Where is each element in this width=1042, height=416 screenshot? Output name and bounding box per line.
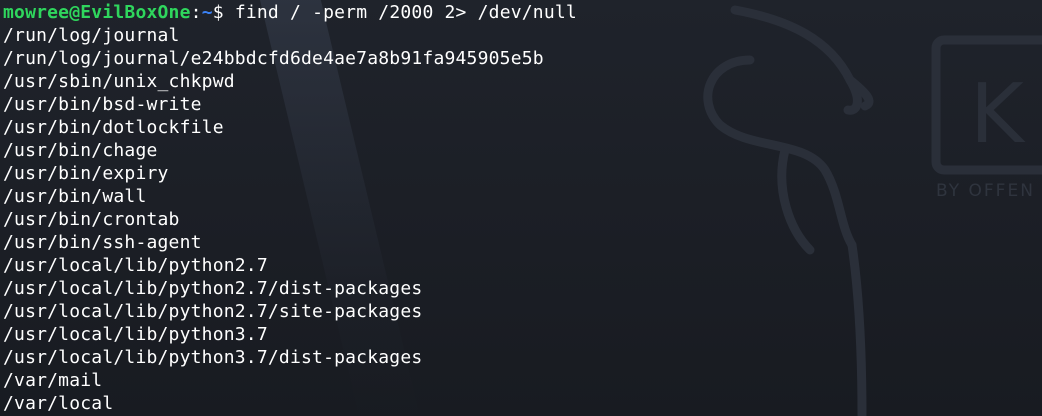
output-line: /usr/bin/dotlockfile: [3, 117, 224, 138]
output-line: /usr/bin/expiry: [3, 163, 169, 184]
output-line: /run/log/journal/e24bbdcfd6de4ae7a8b91fa…: [3, 48, 544, 69]
prompt-colon: :: [190, 2, 202, 23]
output-line: /usr/local/lib/python2.7/dist-packages: [3, 278, 423, 299]
kali-logo-subtitle: BY OFFEN: [936, 181, 1035, 201]
output-line: /run/log/journal: [3, 25, 180, 46]
prompt-dollar: $: [212, 2, 235, 23]
terminal-window[interactable]: K BY OFFEN mowree@EvilBoxOne:~$ find / -…: [0, 0, 1042, 416]
kali-logo-icon: K BY OFFEN: [931, 35, 1042, 201]
output-line: /usr/local/lib/python2.7/site-packages: [3, 301, 423, 322]
terminal-output: mowree@EvilBoxOne:~$ find / -perm /2000 …: [3, 1, 577, 415]
command-text: find / -perm /2000 2> /dev/null: [234, 2, 577, 23]
kali-dragon-icon: [703, 5, 874, 416]
output-line: /usr/bin/bsd-write: [3, 94, 202, 115]
output-line: /var/mail: [3, 370, 103, 391]
output-line: /usr/bin/chage: [3, 140, 158, 161]
output-line: /var/local: [3, 393, 114, 414]
prompt-user-host: mowree@EvilBoxOne: [3, 2, 191, 23]
kali-logo-letter: K: [970, 67, 1026, 162]
output-line: /usr/bin/crontab: [3, 209, 180, 230]
output-line: /usr/sbin/unix_chkpwd: [3, 71, 235, 92]
output-line: /usr/bin/wall: [3, 186, 147, 207]
prompt-path: ~: [201, 2, 213, 23]
output-line: /usr/local/lib/python3.7: [3, 324, 268, 345]
output-line: /usr/local/lib/python3.7/dist-packages: [3, 347, 423, 368]
output-line: /usr/bin/ssh-agent: [3, 232, 202, 253]
prompt-line: mowree@EvilBoxOne:~$ find / -perm /2000 …: [3, 1, 577, 24]
output-line: /usr/local/lib/python2.7: [3, 255, 268, 276]
